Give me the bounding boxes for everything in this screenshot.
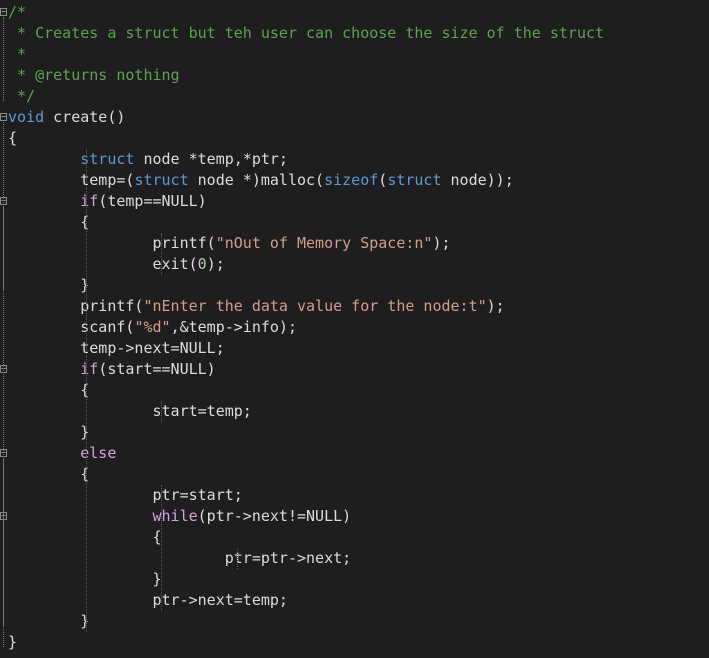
code-token: node *temp,*ptr; [134,150,288,168]
code-token: ); [206,255,225,273]
code-line: printf("nOut of Memory Space:n"); [8,233,451,254]
code-line: /* [8,2,26,23]
indent-guide [161,401,163,422]
code-token: "nEnter the data value for the node:t" [143,297,487,315]
code-token: struct [134,171,189,189]
indent-guide [236,548,238,569]
code-token: "%d" [134,318,171,336]
code-token: ,&temp->info); [170,318,297,336]
code-token: * [8,45,27,63]
editor-gutter [0,0,8,658]
code-token: } [8,276,90,294]
code-line: else [8,443,116,464]
code-token: node *)malloc( [188,171,325,189]
code-token: ); [432,234,451,252]
code-token: } [8,612,90,630]
code-line: if(start==NULL) [8,359,216,380]
code-token: ( [378,171,388,189]
code-line: exit(0); [8,254,225,275]
code-line: * Creates a struct but teh user can choo… [8,23,604,44]
code-token: if [80,360,99,378]
code-token: * @returns nothing [8,66,180,84]
code-line: temp->next=NULL; [8,338,225,359]
code-token: node)); [441,171,514,189]
code-token: { [8,213,90,231]
code-token: } [8,633,18,651]
code-line: * @returns nothing [8,65,180,86]
code-token: if [80,192,99,210]
code-token: create() [44,108,126,126]
code-token: void [8,108,45,126]
fold-collapse-icon[interactable] [0,8,7,16]
code-line: printf("nEnter the data value for the no… [8,296,505,317]
code-line: ptr=ptr->next; [8,548,351,569]
code-token: { [8,381,90,399]
code-token: temp=( [8,171,135,189]
code-line: */ [8,86,35,107]
code-token: printf( [8,234,216,252]
code-token: } [8,423,90,441]
code-token: struct [80,150,135,168]
indent-guide [161,233,163,275]
code-line: { [8,464,89,485]
code-line: ptr->next=temp; [8,590,288,611]
code-token: ptr=start; [8,486,243,504]
code-line: { [8,380,89,401]
code-line: * [8,44,26,65]
code-token: { [8,465,90,483]
code-token: ptr=ptr->next; [8,549,352,567]
code-line: if(temp==NULL) [8,191,207,212]
code-token: ); [486,297,505,315]
fold-region-line [3,206,4,290]
code-token: 0 [197,255,207,273]
code-token: ptr->next=temp; [8,591,288,609]
code-token: printf( [8,297,144,315]
code-line: scanf("%d",&temp->info); [8,317,297,338]
indent-guide [161,485,163,611]
code-token: start=temp; [8,402,252,420]
code-line: } [8,611,89,632]
code-token: "nOut of Memory Space:n" [215,234,433,252]
code-token: exit( [8,255,198,273]
code-line: } [8,422,89,443]
code-line: } [8,632,17,653]
code-token: sizeof [324,171,379,189]
code-token: */ [8,87,36,105]
code-token: /* [8,3,27,21]
code-line: while(ptr->next!=NULL) [8,506,352,527]
fold-region-line [3,521,4,584]
fold-region-line [3,374,4,437]
code-line: } [8,275,89,296]
code-line: temp=(struct node *)malloc(sizeof(struct… [8,170,514,191]
code-line: ptr=start; [8,485,243,506]
code-token: while [152,507,198,525]
code-token: scanf( [8,318,135,336]
code-line: { [8,212,89,233]
code-line: void create() [8,107,125,128]
code-token: { [8,129,18,147]
code-token: temp->next=NULL; [8,339,225,357]
code-token: (ptr->next!=NULL) [197,507,352,525]
code-line: struct node *temp,*ptr; [8,149,288,170]
code-line: start=temp; [8,401,252,422]
code-token: struct [387,171,442,189]
code-token: * Creates a struct but teh user can choo… [8,24,605,42]
code-line: { [8,128,17,149]
fold-collapse-icon[interactable] [0,113,7,121]
fold-region-line [3,17,4,101]
code-token: (start==NULL) [98,360,216,378]
indent-guide [85,149,87,632]
code-token: (temp==NULL) [98,192,207,210]
